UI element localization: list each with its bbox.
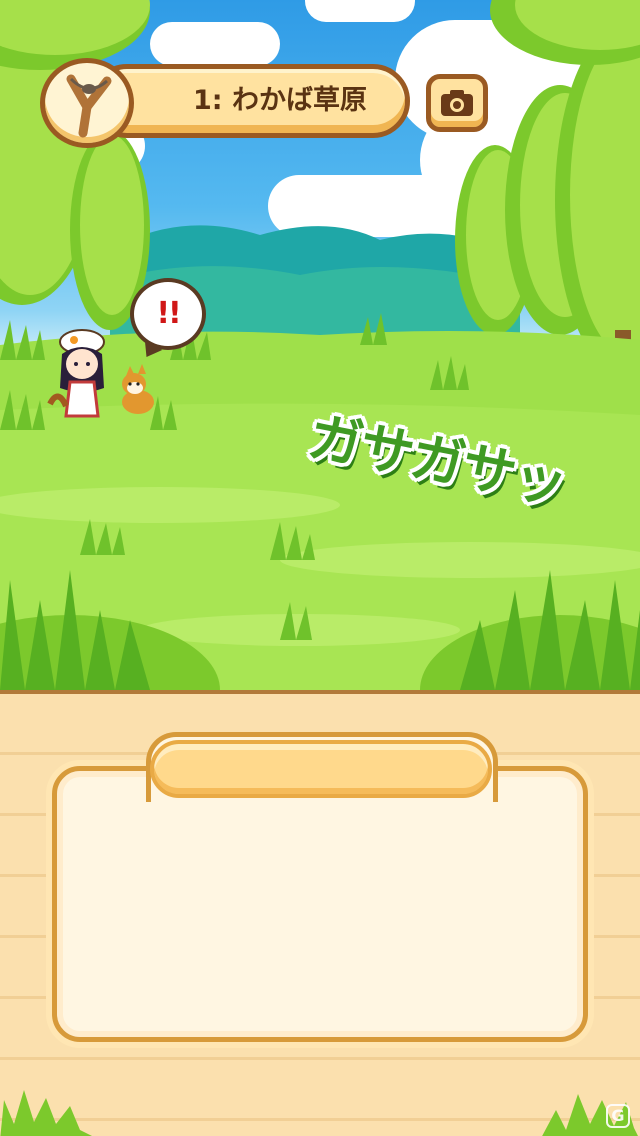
message-text [80, 820, 560, 1020]
alert-speech-bubble: !! [130, 278, 206, 350]
slingshot-icon [66, 74, 112, 138]
message-title-plate [150, 740, 492, 798]
camera-icon [441, 90, 473, 116]
corner-bush-left [0, 1090, 92, 1136]
top-bar: 1: わかば草原 [0, 0, 640, 150]
area-name-pill[interactable]: 1: わかば草原 [90, 64, 410, 138]
area-name-label: 1: わかば草原 [193, 85, 367, 116]
alert-text: !! [156, 296, 181, 331]
site-watermark: G [606, 1104, 630, 1128]
slingshot-button[interactable] [40, 58, 134, 148]
camera-button[interactable] [426, 74, 488, 132]
